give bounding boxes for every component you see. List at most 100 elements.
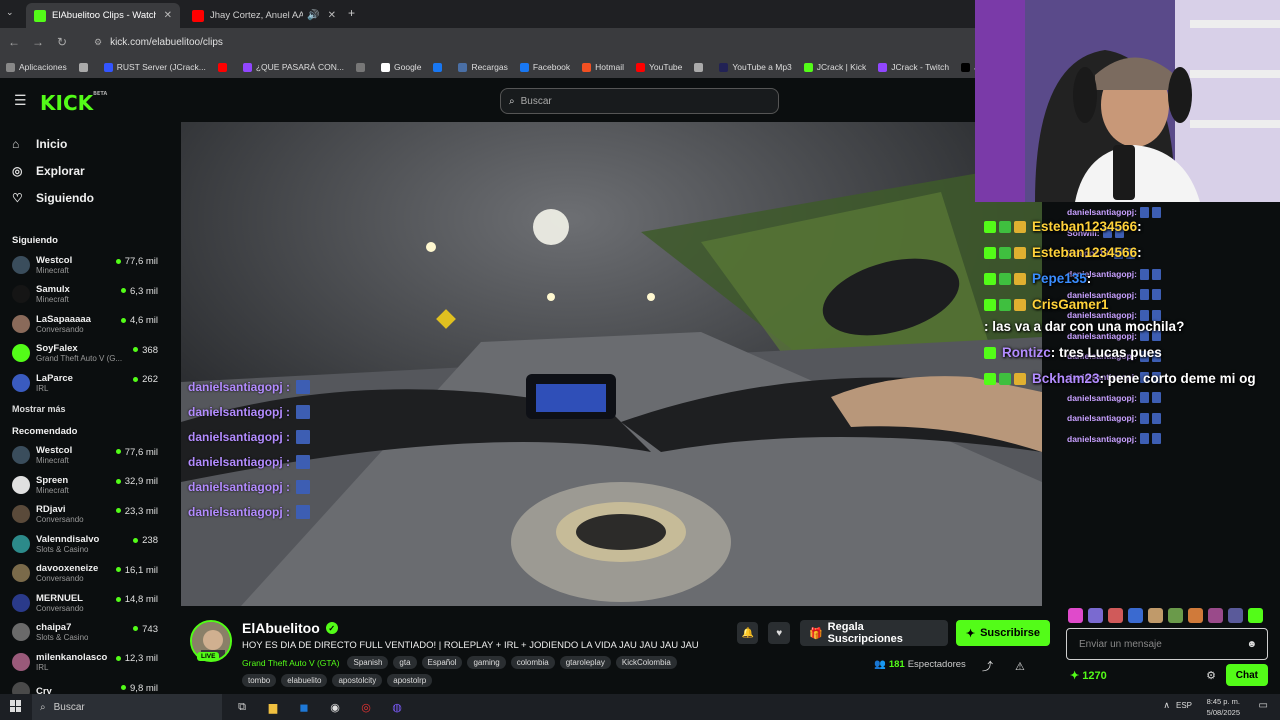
outlook-icon[interactable]: ◼ [293, 696, 315, 718]
bookmark-item[interactable]: JCrack (@JCra [961, 62, 975, 72]
sidebar-channel-item[interactable]: Westcol Minecraft 77,6 mil [0, 441, 170, 471]
bookmark-item[interactable] [217, 62, 231, 72]
sidebar-channel-item[interactable]: RDjavi Conversando 23,3 mil [0, 500, 170, 530]
bookmark-item[interactable]: ¿QUE PASARÁ CON... [242, 62, 344, 72]
stream-tag[interactable]: tombo [242, 674, 277, 687]
bookmark-item[interactable] [78, 62, 92, 72]
emote-icon[interactable] [1168, 608, 1183, 623]
gear-icon[interactable]: ⚙ [1206, 669, 1216, 682]
bookmark-item[interactable]: YouTube a Mp3 [719, 62, 792, 72]
bookmark-item[interactable]: Recargas [458, 62, 508, 72]
clock[interactable]: 8:45 p. m. 5/08/2025 [1207, 696, 1240, 718]
chat-message-input[interactable]: Enviar un mensaje ☻ [1066, 628, 1268, 660]
speaker-icon[interactable]: 🔊 [307, 10, 319, 21]
site-info-icon[interactable]: ⚙ [94, 37, 102, 48]
reload-icon[interactable]: ↻ [50, 35, 74, 49]
close-tab-icon[interactable]: ✕ [164, 10, 172, 21]
share-icon[interactable]: ⤴ [982, 661, 993, 673]
sidebar-channel-item[interactable]: Valenndisalvo Slots & Casino 238 [0, 529, 170, 559]
chat-username[interactable]: Rontizc [1002, 342, 1051, 364]
sidebar-item-inicio[interactable]: ⌂ Inicio [0, 130, 170, 157]
emoji-icon[interactable]: ☻ [1246, 639, 1257, 650]
streamer-name[interactable]: ElAbuelitoo [242, 620, 320, 636]
chat-send-button[interactable]: Chat [1225, 664, 1268, 686]
emote-icon[interactable] [1188, 608, 1203, 623]
bookmark-item[interactable]: Facebook [519, 62, 570, 72]
stream-tag[interactable]: apostolrp [387, 674, 433, 687]
sidebar-channel-item[interactable]: chaipa7 Slots & Casino 743 [0, 618, 170, 648]
bell-icon[interactable]: 🔔 [737, 622, 759, 644]
chat-username[interactable]: Bckham23 [1032, 368, 1100, 390]
sidebar-channel-item[interactable]: LaSapaaaaa Conversando 4,6 mil [0, 309, 170, 339]
forward-icon[interactable]: → [26, 35, 50, 49]
emote-icon[interactable] [1228, 608, 1243, 623]
emote-icon[interactable] [1148, 608, 1163, 623]
emote-icon[interactable] [1128, 608, 1143, 623]
sidebar-channel-item[interactable]: milenkanolasco IRL 12,3 mil [0, 647, 170, 677]
chat-username[interactable]: danielsantiagopj: [1067, 393, 1137, 403]
bookmark-item[interactable]: Aplicaciones [6, 62, 67, 72]
bookmark-item[interactable]: RUST Server (JCrack... [103, 62, 206, 72]
stream-tag[interactable]: KickColombia [615, 656, 677, 669]
language-indicator[interactable]: ESP [1176, 701, 1192, 710]
tab-list-icon[interactable]: ⌄ [6, 7, 14, 18]
points-display[interactable]: ✦ 1270 [1070, 669, 1107, 682]
bookmark-item[interactable] [433, 62, 446, 72]
gift-subs-button[interactable]: 🎁 Regala Suscripciones [799, 620, 948, 646]
tab-youtube[interactable]: Jhay Cortez, Anuel AA, J. Ba 🔊 ✕ [184, 3, 344, 28]
bookmark-item[interactable] [694, 62, 707, 72]
emote-icon[interactable] [1108, 608, 1123, 623]
bookmark-item[interactable]: Hotmail [582, 62, 624, 72]
heart-icon[interactable]: ♥ [768, 622, 790, 644]
sidebar-channel-item[interactable]: LaParce IRL 262 [0, 368, 170, 398]
chat-username[interactable]: danielsantiagopj: [1067, 434, 1137, 444]
notification-icon[interactable]: ▭ [1259, 700, 1268, 711]
chrome-icon[interactable]: ◉ [324, 696, 346, 718]
sidebar-channel-item[interactable]: davooxeneize Conversando 16,1 mil [0, 559, 170, 589]
windows-start-icon[interactable] [10, 700, 22, 712]
game-category-link[interactable]: Grand Theft Auto V (GTA) [242, 658, 339, 668]
stream-tag[interactable]: apostolcity [332, 674, 383, 687]
close-tab-icon[interactable]: ✕ [328, 10, 336, 21]
obs-icon[interactable]: ◎ [355, 696, 377, 718]
emote-icon[interactable] [1248, 608, 1263, 623]
back-icon[interactable]: ← [2, 35, 26, 49]
subscribe-button[interactable]: ✦ Suscribirse [955, 620, 1050, 646]
chat-username[interactable]: Pepe135 [1032, 268, 1087, 290]
emote-icon[interactable] [1208, 608, 1223, 623]
chat-username[interactable]: CrisGamer1 [1032, 294, 1109, 316]
stream-tag[interactable]: gtaroleplay [559, 656, 611, 669]
bookmark-item[interactable]: JCrack | Kick [803, 62, 866, 72]
stream-tag[interactable]: elabuelito [281, 674, 328, 687]
tray-chevron-icon[interactable]: ∧ [1163, 700, 1170, 711]
sidebar-channel-item[interactable]: MERNUEL Conversando 14,8 mil [0, 588, 170, 618]
sidebar-channel-item[interactable]: Samulx Minecraft 6,3 mil [0, 280, 170, 310]
bookmark-item[interactable] [356, 62, 369, 72]
bookmark-item[interactable]: Google [381, 62, 421, 72]
stream-tag[interactable]: gaming [467, 656, 506, 669]
new-tab-icon[interactable]: + [348, 6, 355, 20]
chat-username[interactable]: Esteban1234566 [1032, 216, 1137, 238]
discord-icon[interactable]: ◍ [386, 696, 408, 718]
sidebar-channel-item[interactable]: Westcol Minecraft 77,6 mil [0, 250, 170, 280]
url-field[interactable]: ⚙ kick.com/elabuelitoo/clips [94, 37, 223, 48]
file-explorer-icon[interactable]: ▆ [262, 696, 284, 718]
report-icon[interactable]: ⚠ [1015, 661, 1025, 673]
stream-tag[interactable]: Español [421, 656, 463, 669]
bookmark-item[interactable]: YouTube [635, 62, 682, 72]
task-view-icon[interactable]: ⧉ [231, 696, 253, 718]
tab-kick[interactable]: ElAbuelitoo Clips - Watch Live o ✕ [26, 3, 180, 28]
kick-logo[interactable]: KICKBETA [40, 91, 107, 115]
show-more-link[interactable]: Mostrar más [0, 398, 170, 420]
stream-tag[interactable]: colombia [510, 656, 555, 669]
sidebar-channel-item[interactable]: Spreen Minecraft 32,9 mil [0, 470, 170, 500]
bookmark-item[interactable]: JCrack - Twitch [878, 62, 949, 72]
stream-tag[interactable]: Spanish [347, 656, 389, 669]
sidebar-channel-item[interactable]: SoyFalex Grand Theft Auto V (G... 368 [0, 339, 170, 369]
chat-username[interactable]: danielsantiagopj: [1067, 413, 1137, 423]
video-player[interactable] [181, 122, 1042, 606]
search-input[interactable]: ⌕ Buscar [500, 88, 779, 114]
emote-icon[interactable] [1068, 608, 1083, 623]
taskbar-search[interactable]: ⌕ Buscar [32, 694, 222, 720]
chat-username[interactable]: Esteban1234566 [1032, 242, 1137, 264]
